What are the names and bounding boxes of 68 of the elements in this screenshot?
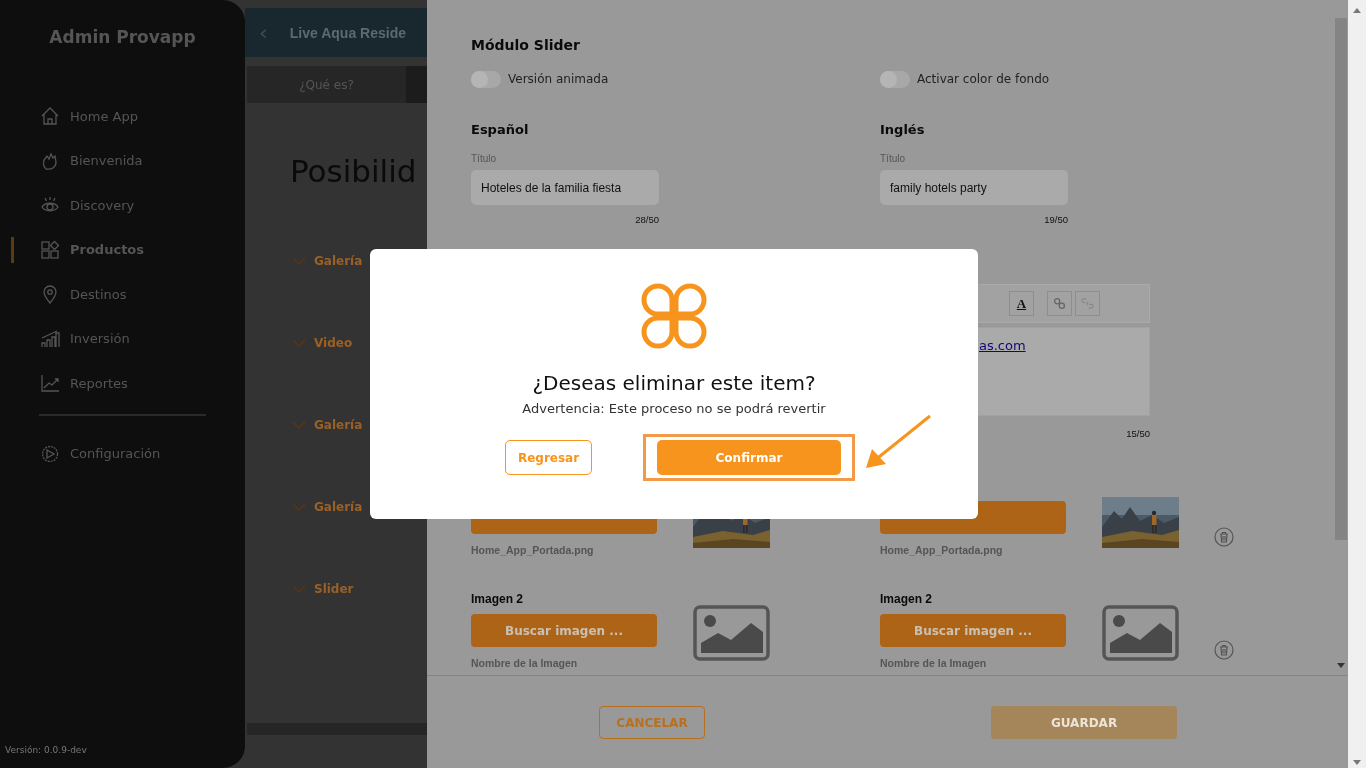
- version-label: Versión: 0.0.9-dev: [4, 745, 88, 755]
- tab[interactable]: [406, 66, 427, 103]
- section-title: Módulo Slider: [471, 37, 581, 53]
- sidebar-item[interactable]: Inversión: [0, 328, 245, 349]
- toggle-label: Versión animada: [508, 72, 609, 86]
- sidebar-item[interactable]: Configuración: [0, 443, 245, 464]
- toggle-label: Activar color de fondo: [917, 72, 1050, 86]
- toggle-switch[interactable]: [880, 70, 910, 88]
- language-heading: Español: [471, 121, 529, 139]
- sidebar-item[interactable]: Home App: [0, 106, 245, 126]
- pointer-arrow: [864, 413, 934, 471]
- text-color-button[interactable]: A: [1009, 291, 1034, 316]
- character-count: 19/50: [1043, 214, 1068, 226]
- home-icon: [40, 106, 60, 126]
- file-name: Home_App_Portada.png: [471, 544, 595, 556]
- sidebar-item[interactable]: Destinos: [0, 284, 245, 304]
- image-placeholder-icon: [1102, 605, 1179, 661]
- title-field[interactable]: family hotels party: [880, 170, 1068, 205]
- unlink-button[interactable]: [1075, 291, 1100, 316]
- image-placeholder-icon: [693, 605, 770, 661]
- scroll-down-icon[interactable]: [1353, 760, 1361, 765]
- app-title: Admin Provapp: [48, 27, 197, 47]
- bar-chart-icon: [40, 328, 60, 349]
- chevron-down-icon: [292, 585, 306, 593]
- line-chart-icon: [40, 373, 60, 393]
- toggle-switch[interactable]: [471, 70, 501, 88]
- dialog-title: ¿Deseas eliminar este item?: [532, 370, 816, 397]
- unlink-icon: [1081, 297, 1094, 310]
- file-name: Nombre de la Imagen: [471, 657, 579, 669]
- dialog-message: Advertencia: Este proceso no se podrá revertir: [522, 400, 826, 418]
- page-scrollbar[interactable]: [1348, 0, 1366, 768]
- chevron-down-icon: [292, 503, 306, 511]
- cancel-button[interactable]: CANCELAR: [599, 706, 705, 739]
- sidebar-item[interactable]: Discovery: [0, 195, 245, 215]
- chevron-down-icon: [292, 339, 306, 347]
- link-icon: [1053, 297, 1066, 310]
- header-title: Live Aqua Reside: [289, 24, 406, 41]
- field-label: Título: [880, 153, 905, 165]
- file-name: Nombre de la Imagen: [880, 657, 988, 669]
- grid-icon: [40, 239, 60, 260]
- back-button[interactable]: Regresar: [505, 440, 592, 475]
- link-button[interactable]: [1047, 291, 1072, 316]
- trash-icon[interactable]: [1214, 527, 1234, 547]
- image-label: Imagen 2: [880, 592, 933, 606]
- chevron-down-icon: [292, 421, 306, 429]
- trash-icon[interactable]: [1214, 640, 1234, 660]
- horizontal-scrollbar[interactable]: [247, 723, 427, 735]
- title-field[interactable]: Hoteles de la familia fiesta: [471, 170, 659, 205]
- file-name: Home_App_Portada.png: [880, 544, 1004, 556]
- confirm-button[interactable]: Confirmar: [657, 440, 841, 475]
- link[interactable]: as.com: [979, 338, 1026, 353]
- chevron-down-icon: [292, 257, 306, 265]
- gear-icon: [40, 443, 60, 464]
- scroll-up-icon[interactable]: [1353, 8, 1361, 13]
- scroll-down-icon[interactable]: [1337, 663, 1345, 668]
- sidebar-item[interactable]: Reportes: [0, 373, 245, 393]
- image-button[interactable]: Buscar imagen ...: [471, 614, 657, 647]
- image-button[interactable]: Buscar imagen ...: [880, 614, 1066, 647]
- image-label: Imagen 2: [471, 592, 524, 606]
- map-pin-icon: [40, 284, 60, 304]
- language-heading: Inglés: [880, 121, 925, 139]
- clover-logo-icon: [641, 283, 707, 349]
- field-label: Título: [471, 153, 496, 165]
- back-button[interactable]: ‹: [259, 20, 268, 45]
- character-count: 15/50: [1125, 428, 1150, 440]
- sidebar-item[interactable]: Productos: [0, 239, 245, 260]
- character-count: 28/50: [634, 214, 659, 226]
- sidebar-item[interactable]: Bienvenida: [0, 150, 245, 171]
